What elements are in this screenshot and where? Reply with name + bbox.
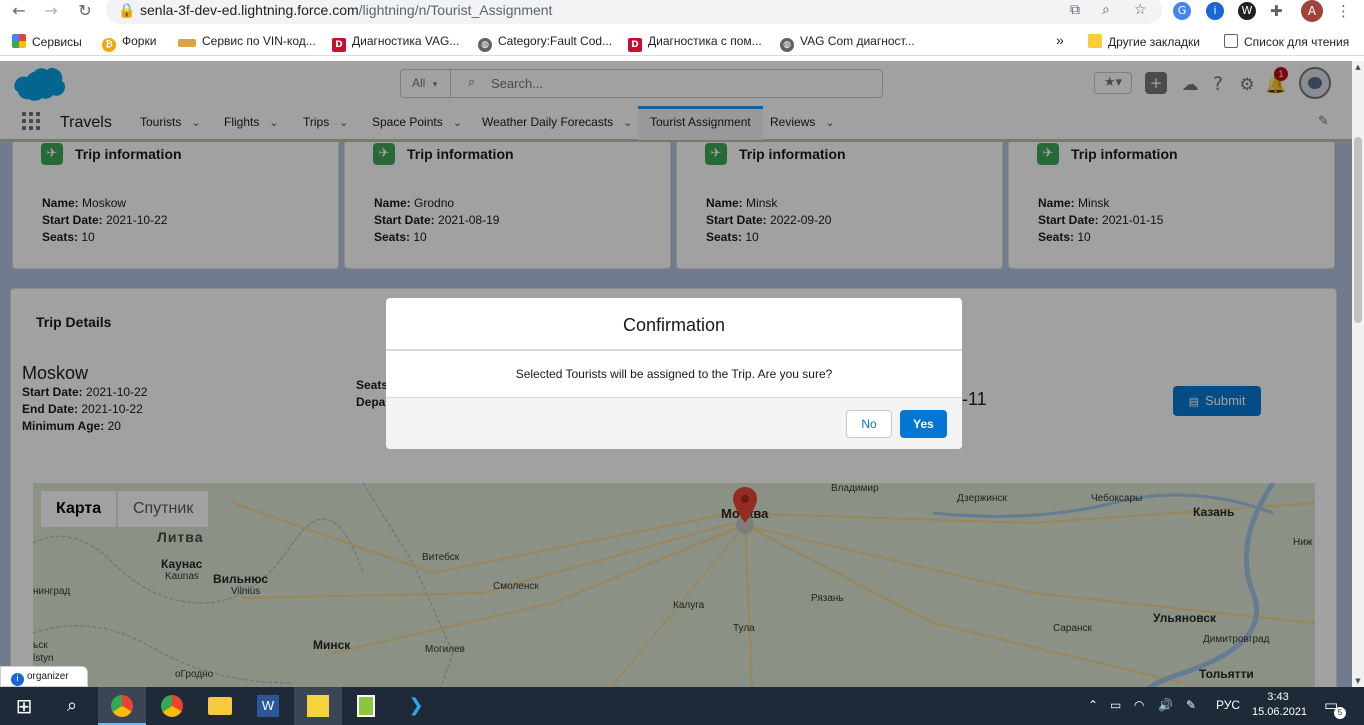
bookmark-star-icon[interactable]: ☆ — [1134, 2, 1147, 18]
apps-grid-icon — [12, 34, 26, 48]
pen-icon[interactable]: ✎ — [1186, 698, 1196, 712]
bookmark-diag-help[interactable]: D Диагностика с пом... — [628, 34, 762, 52]
reading-list[interactable]: Список для чтения — [1224, 34, 1349, 49]
file-explorer-icon[interactable] — [196, 687, 244, 725]
globe-icon: ◍ — [478, 38, 492, 52]
url-text[interactable]: senla-3f-dev-ed.lightning.force.com/ligh… — [140, 2, 552, 18]
modal-title: Confirmation — [622, 315, 726, 335]
organizer-ext-icon[interactable]: i — [1206, 2, 1224, 20]
vscode-icon[interactable]: ❯ — [392, 687, 440, 725]
car-icon — [178, 39, 196, 47]
chrome-taskbar-icon[interactable] — [98, 687, 146, 725]
battery-icon[interactable]: ▭ — [1110, 698, 1121, 712]
profile-avatar[interactable]: A — [1301, 0, 1323, 22]
scroll-up-icon[interactable]: ▲ — [1352, 61, 1364, 73]
back-icon[interactable]: ← — [8, 1, 30, 21]
w-ext-icon[interactable]: W — [1238, 2, 1256, 20]
yes-button[interactable]: Yes — [900, 410, 947, 438]
extensions-puzzle-icon[interactable]: ✚ — [1270, 2, 1283, 20]
modal-message: Selected Tourists will be assigned to th… — [515, 367, 833, 381]
google-translate-ext-icon[interactable]: G — [1173, 2, 1191, 20]
notes-app-icon[interactable] — [294, 687, 342, 725]
forward-icon[interactable]: → — [40, 1, 62, 21]
bookmark-fault-codes[interactable]: ◍ Category:Fault Cod... — [478, 34, 612, 52]
word-icon[interactable]: W — [244, 687, 292, 725]
browser-toolbar: ← → ↻ 🔒 senla-3f-dev-ed.lightning.force.… — [0, 0, 1364, 24]
coin-icon: ₿ — [102, 38, 116, 52]
notepad-icon[interactable] — [342, 687, 390, 725]
modal-header: Confirmation — [386, 298, 962, 351]
chrome-menu-icon[interactable]: ⋮ — [1336, 2, 1351, 20]
bookmarks-bar: Сервисы ₿ Форки Сервис по VIN-код... D Диа… — [0, 30, 1364, 56]
scroll-thumb[interactable] — [1354, 137, 1362, 323]
bookmark-other[interactable]: Другие закладки — [1088, 34, 1200, 49]
bookmark-vin[interactable]: Сервис по VIN-код... — [178, 34, 316, 48]
folder-icon — [1088, 34, 1102, 48]
d-icon: D — [332, 38, 346, 52]
page-scrollbar[interactable]: ▲ ▼ — [1352, 61, 1364, 687]
bookmark-forki[interactable]: ₿ Форки — [102, 34, 156, 52]
reading-list-icon — [1224, 34, 1238, 48]
language-indicator[interactable]: РУС — [1216, 698, 1240, 712]
taskbar-clock[interactable]: 3:43 15.06.2021 — [1252, 690, 1307, 720]
scroll-down-icon[interactable]: ▼ — [1352, 675, 1364, 687]
organizer-badge[interactable]: i organizer — [0, 666, 88, 687]
bookmarks-overflow[interactable]: » — [1056, 32, 1064, 48]
volume-icon[interactable]: 🔊 — [1158, 698, 1173, 712]
lock-icon[interactable]: 🔒 — [118, 3, 135, 19]
bookmark-vag-com[interactable]: ◍ VAG Com диагност... — [780, 34, 915, 52]
windows-taskbar: ⊞ ⌕ W ❯ ⌃ ▭ ◠ 🔊 ✎ РУС 3:43 15.06.2021 ▭ 5 — [0, 687, 1364, 725]
notification-count-badge: 5 — [1334, 707, 1346, 719]
zoom-icon[interactable]: ⌕ — [1102, 2, 1110, 18]
windows-search-icon[interactable]: ⌕ — [48, 687, 96, 725]
globe-icon: ◍ — [780, 38, 794, 52]
d-icon: D — [628, 38, 642, 52]
wifi-icon[interactable]: ◠ — [1134, 698, 1144, 712]
chrome-profile-taskbar-icon[interactable] — [148, 687, 196, 725]
no-button[interactable]: No — [846, 410, 892, 438]
windows-start-icon[interactable]: ⊞ — [0, 687, 48, 725]
organizer-icon: i — [11, 673, 24, 686]
tray-expand-icon[interactable]: ⌃ — [1088, 698, 1098, 712]
bookmark-services[interactable]: Сервисы — [12, 34, 82, 49]
confirmation-modal: Confirmation Selected Tourists will be a… — [386, 298, 962, 449]
bookmark-vag-diag[interactable]: D Диагностика VAG... — [332, 34, 459, 52]
translate-icon[interactable]: ⧉ — [1070, 2, 1080, 18]
modal-footer: No Yes — [386, 397, 962, 449]
modal-backdrop-top — [0, 61, 1352, 142]
reload-icon[interactable]: ↻ — [74, 1, 96, 21]
